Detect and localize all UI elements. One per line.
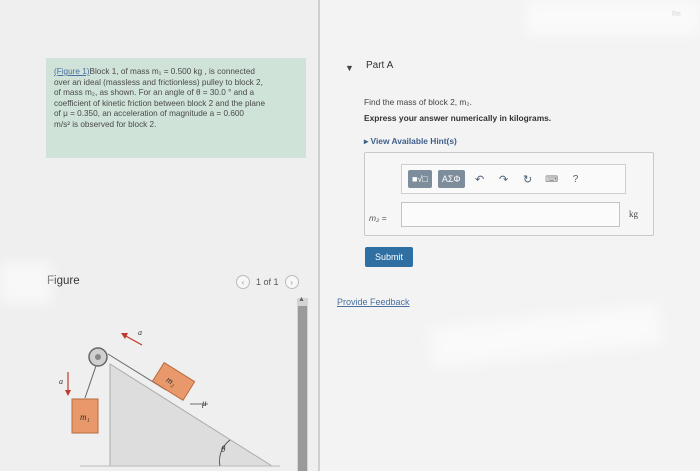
undo-icon[interactable]: ↶ <box>471 173 489 186</box>
glare-overlay-top <box>525 0 700 36</box>
instruction-text: Express your answer numerically in kilog… <box>364 113 552 123</box>
problem-line-3: of mass m₂, as shown. For an angle of θ … <box>54 88 255 98</box>
question-text: Find the mass of block 2, m₂. <box>364 97 472 107</box>
caret-down-icon[interactable]: ▼ <box>345 63 354 73</box>
accel-label-block-1: a <box>59 377 63 386</box>
unit-label: kg <box>629 209 638 219</box>
submit-button[interactable]: Submit <box>365 247 413 267</box>
redo-icon[interactable]: ↷ <box>495 173 513 186</box>
block-1-label: m₁ <box>80 412 90 422</box>
symbols-button[interactable]: ΑΣΦ <box>437 170 465 188</box>
figure-scroll-thumb[interactable] <box>298 306 307 471</box>
pager-text: 1 of 1 <box>256 277 279 287</box>
chevron-left-icon[interactable]: ‹ <box>236 275 250 289</box>
reset-icon[interactable]: ↻ <box>519 173 537 186</box>
keyboard-icon[interactable]: ⌨ <box>543 174 561 185</box>
answer-input[interactable] <box>401 202 620 227</box>
math-toolbar: ■√□ ΑΣΦ ↶ ↷ ↻ ⌨ ? <box>401 164 626 194</box>
answer-variable-label: m₂ = <box>369 213 387 223</box>
provide-feedback-link[interactable]: Provide Feedback <box>337 297 410 307</box>
problem-line-6: m/s² is observed for block 2. <box>54 119 157 129</box>
scroll-up-icon[interactable]: ▲ <box>298 296 305 303</box>
view-hints-link[interactable]: ▸ View Available Hint(s) <box>364 136 457 146</box>
accel-arrowhead-block-1 <box>65 390 71 396</box>
problem-statement: (Figure 1)Block 1, of mass m₁ = 0.500 kg… <box>46 58 306 158</box>
figure-link[interactable]: (Figure 1) <box>54 67 90 76</box>
incline-pulley-figure: m₁ m₂ a a μ θ <box>59 328 280 467</box>
problem-line-5: of μ = 0.350, an acceleration of magnitu… <box>54 109 244 119</box>
templates-button[interactable]: ■√□ <box>408 170 432 188</box>
problem-line-2: over an ideal (massless and frictionless… <box>54 77 263 87</box>
mu-label: μ <box>201 398 207 408</box>
problem-line-4: coefficient of kinetic friction between … <box>54 98 266 108</box>
figure-pager: ‹ 1 of 1 › <box>236 275 299 289</box>
glare-overlay-left <box>0 262 52 304</box>
theta-label: θ <box>221 444 226 454</box>
problem-line-1: Block 1, of mass m₁ = 0.500 kg , is conn… <box>89 67 255 76</box>
accel-label-block-2: a <box>138 328 142 337</box>
chevron-right-icon[interactable]: › <box>284 275 299 289</box>
help-button[interactable]: ? <box>567 174 585 185</box>
part-title[interactable]: Part A <box>366 60 393 71</box>
pulley-axle <box>95 354 101 360</box>
